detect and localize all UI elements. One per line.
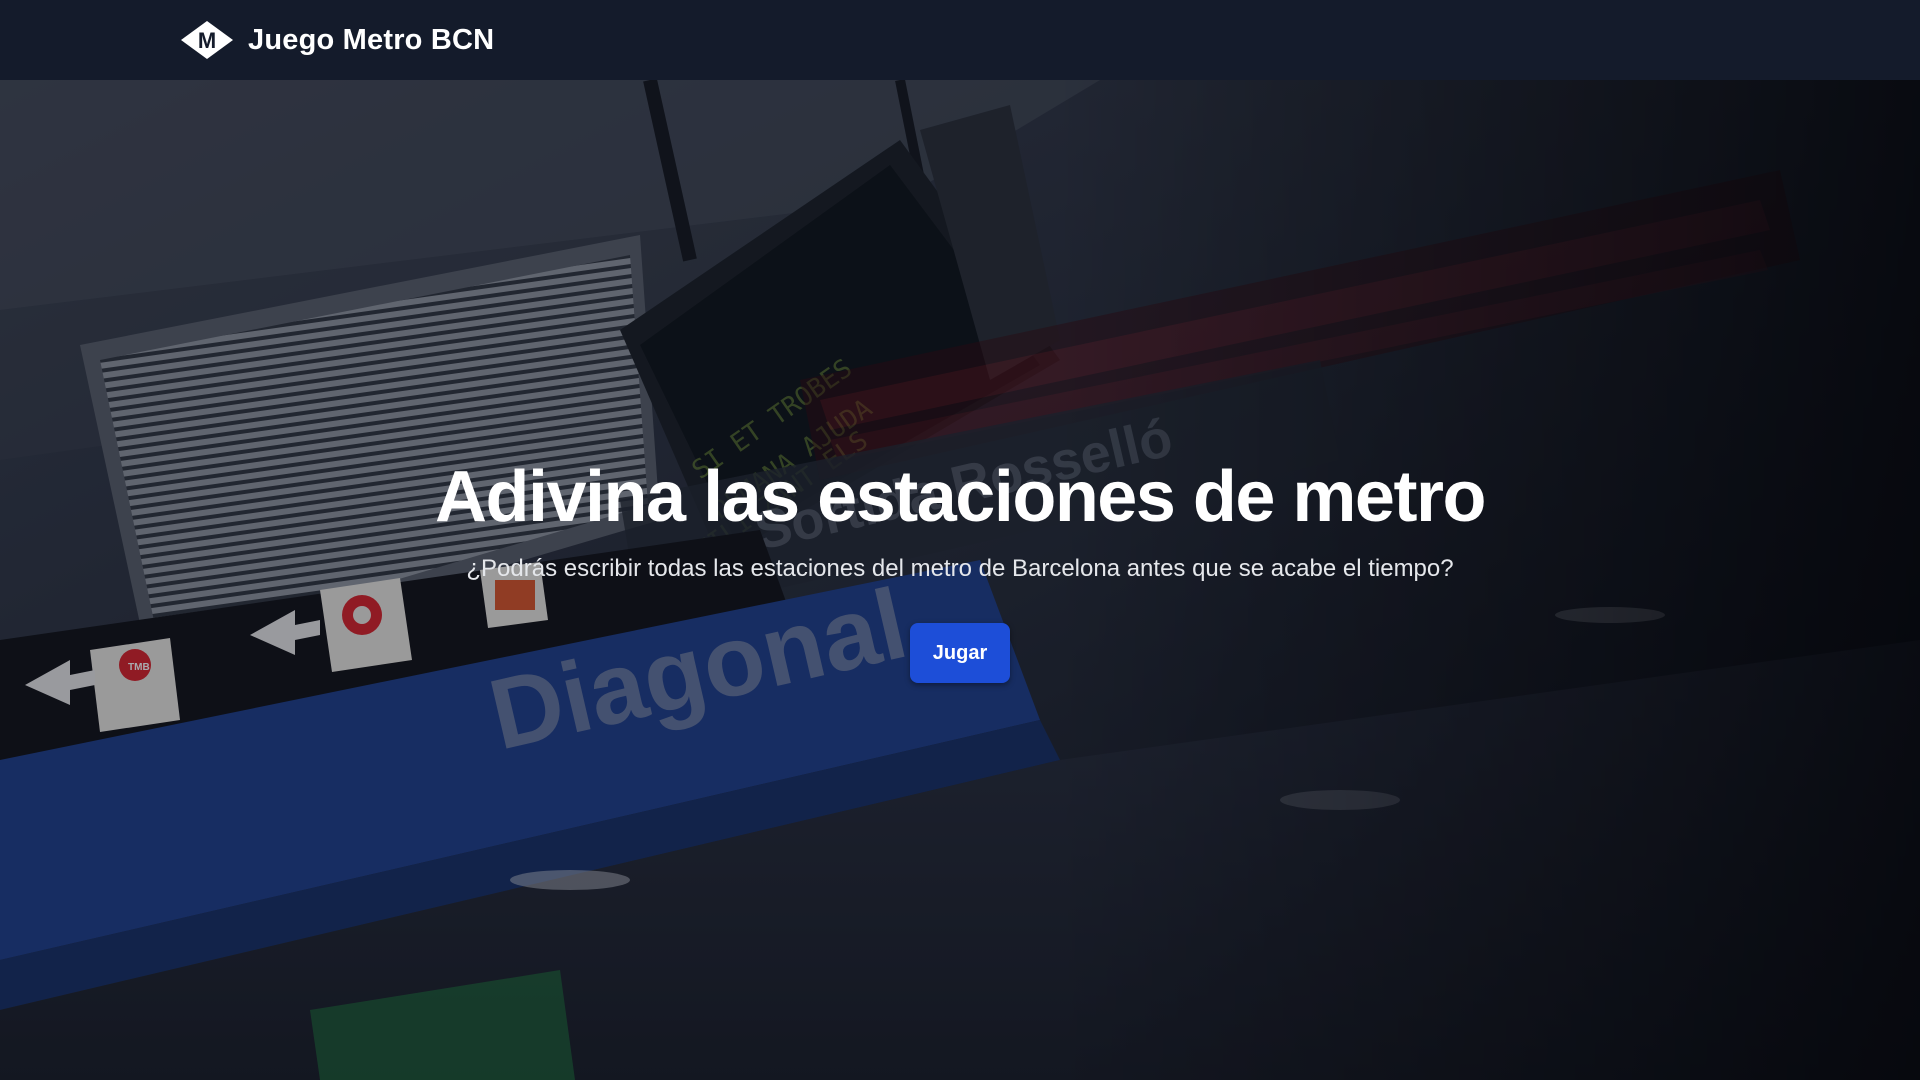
hero-title: Adivina las estaciones de metro	[435, 457, 1486, 537]
navbar: M Juego Metro BCN	[0, 0, 1920, 80]
hero-content: Adivina las estaciones de metro ¿Podrás …	[0, 457, 1920, 684]
hero-section: SI ET TROBES DEMANA AJUDA UTILITZANT ELS…	[0, 80, 1920, 1080]
metro-logo-icon: M	[181, 21, 233, 59]
brand-link[interactable]: M Juego Metro BCN	[180, 20, 494, 60]
hero-subtitle: ¿Podrás escribir todas las estaciones de…	[466, 555, 1454, 583]
play-button[interactable]: Jugar	[910, 623, 1010, 684]
logo-letter: M	[198, 28, 216, 53]
brand-name: Juego Metro BCN	[248, 23, 495, 56]
